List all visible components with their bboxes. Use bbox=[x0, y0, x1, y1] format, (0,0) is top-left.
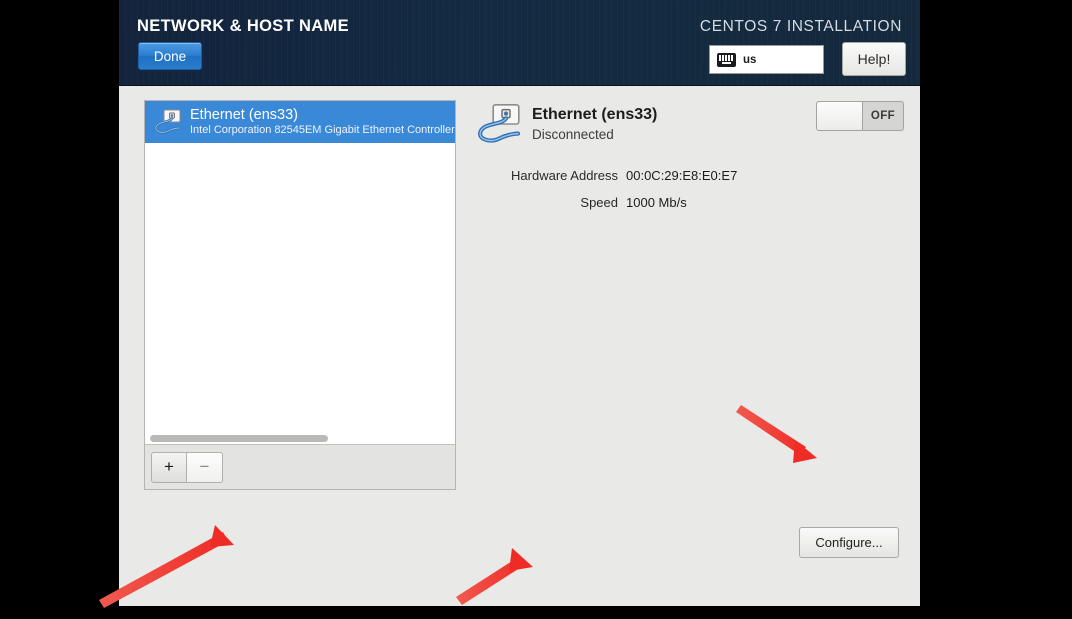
done-button-label: Done bbox=[153, 48, 187, 64]
device-list-panel: Ethernet (ens33) Intel Corporation 82545… bbox=[144, 100, 456, 490]
screenshot-canvas: NETWORK & HOST NAME Done CENTOS 7 INSTAL… bbox=[0, 0, 1072, 619]
help-button[interactable]: Help! bbox=[842, 42, 906, 76]
installer-body: Ethernet (ens33) Intel Corporation 82545… bbox=[119, 86, 920, 606]
list-item-texts: Ethernet (ens33) Intel Corporation 82545… bbox=[190, 107, 455, 137]
keyboard-layout-indicator[interactable]: us bbox=[709, 45, 824, 74]
speed-value: 1000 Mb/s bbox=[626, 195, 687, 210]
minus-icon: − bbox=[199, 457, 210, 476]
speed-label: Speed bbox=[580, 195, 618, 210]
list-item-title: Ethernet (ens33) bbox=[190, 107, 299, 123]
scrollbar-thumb[interactable] bbox=[150, 435, 328, 442]
hardware-address-label: Hardware Address bbox=[511, 168, 618, 183]
device-list-toolbar: + − bbox=[145, 444, 455, 489]
configure-button-label: Configure... bbox=[815, 535, 883, 550]
installer-window: NETWORK & HOST NAME Done CENTOS 7 INSTAL… bbox=[119, 0, 920, 606]
page-title: NETWORK & HOST NAME bbox=[137, 17, 349, 35]
configure-button[interactable]: Configure... bbox=[799, 527, 899, 558]
toggle-state-label: OFF bbox=[870, 110, 896, 122]
device-list[interactable]: Ethernet (ens33) Intel Corporation 82545… bbox=[145, 101, 455, 444]
detail-connection-status: Disconnected bbox=[532, 127, 614, 142]
wired-network-icon bbox=[474, 100, 522, 148]
installer-header: NETWORK & HOST NAME Done CENTOS 7 INSTAL… bbox=[119, 0, 920, 86]
keyboard-icon bbox=[717, 52, 736, 67]
detail-texts: Ethernet (ens33) Disconnected bbox=[532, 100, 657, 145]
remove-device-button[interactable]: − bbox=[187, 451, 223, 483]
list-horizontal-scrollbar[interactable] bbox=[146, 434, 443, 443]
help-button-label: Help! bbox=[857, 51, 891, 67]
wired-network-icon bbox=[152, 107, 182, 137]
list-item[interactable]: Ethernet (ens33) Intel Corporation 82545… bbox=[145, 101, 455, 143]
list-item-description: Intel Corporation 82545EM Gigabit Ethern… bbox=[190, 124, 455, 136]
detail-header: Ethernet (ens33) Disconnected bbox=[474, 100, 657, 148]
speed-row: Speed 1000 Mb/s bbox=[474, 195, 874, 210]
hardware-address-row: Hardware Address 00:0C:29:E8:E0:E7 bbox=[474, 168, 874, 183]
plus-icon: + bbox=[164, 457, 174, 476]
detail-device-name: Ethernet (ens33) bbox=[532, 106, 658, 123]
done-button[interactable]: Done bbox=[138, 42, 202, 70]
product-title: CENTOS 7 INSTALLATION bbox=[699, 18, 902, 35]
device-power-toggle[interactable]: OFF bbox=[816, 101, 904, 131]
hardware-address-value: 00:0C:29:E8:E0:E7 bbox=[626, 168, 738, 183]
add-device-button[interactable]: + bbox=[151, 451, 187, 483]
keyboard-layout-label: us bbox=[743, 53, 757, 66]
toggle-knob[interactable] bbox=[817, 102, 863, 130]
